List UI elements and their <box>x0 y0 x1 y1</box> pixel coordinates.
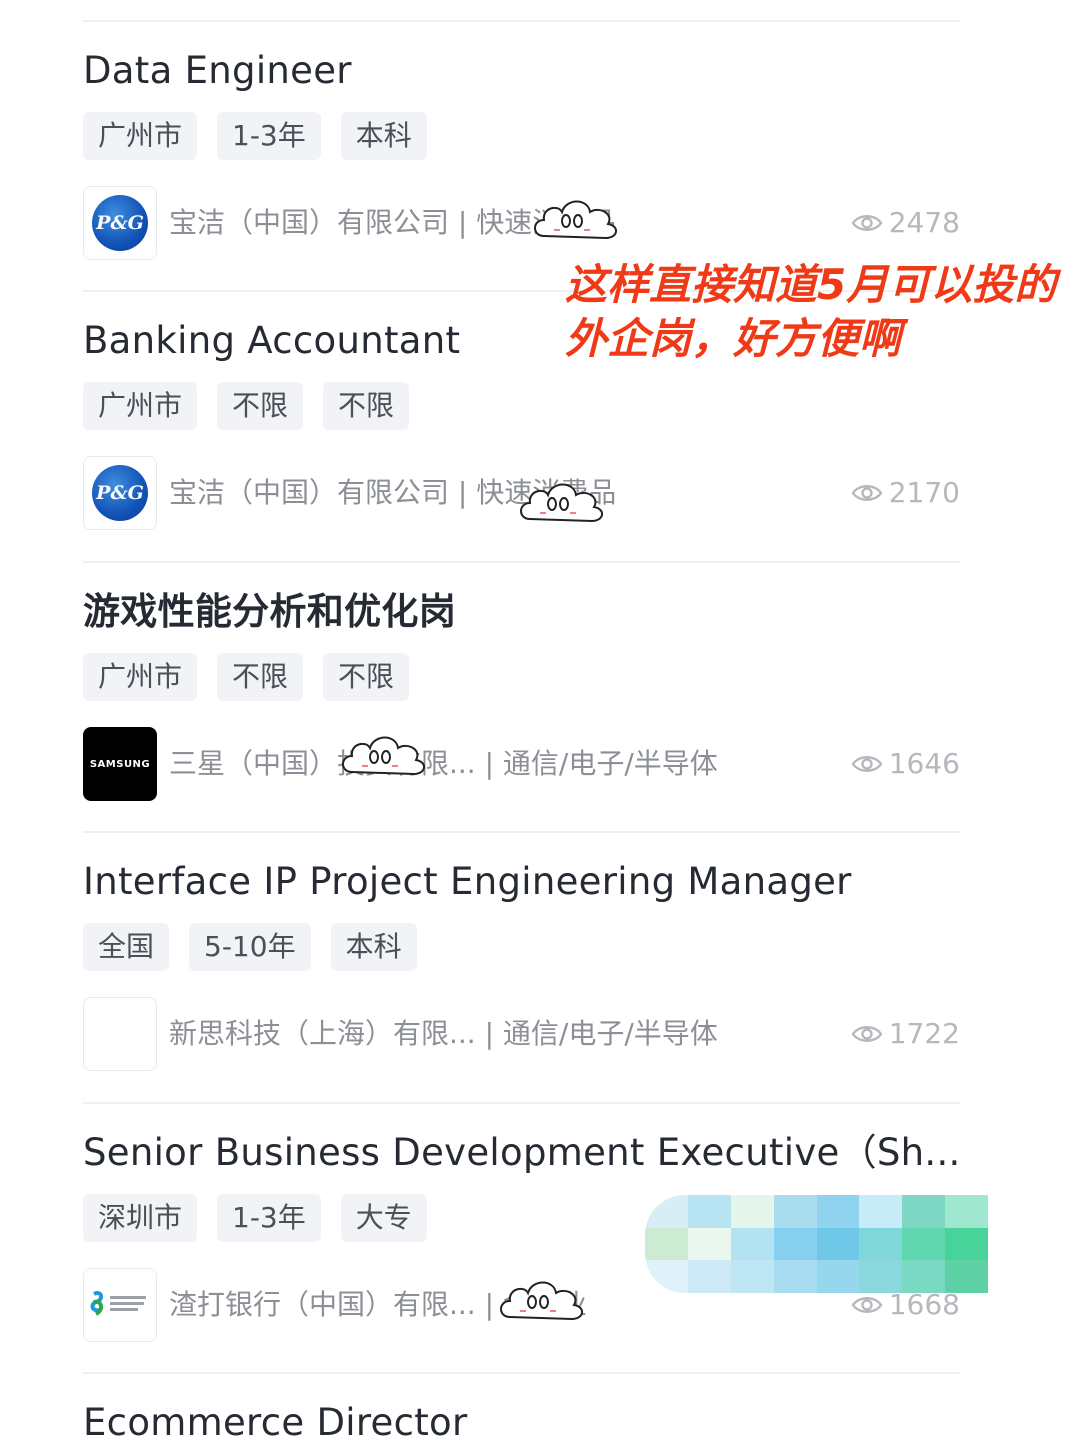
company-logo <box>83 1268 157 1342</box>
standard-chartered-logo <box>90 1291 146 1316</box>
experience-tag: 5-10年 <box>189 923 311 971</box>
experience-tag: 1-3年 <box>217 112 321 160</box>
mosaic-tile <box>773 1195 817 1228</box>
location-tag: 全国 <box>83 923 170 971</box>
company-logo: P&G <box>83 456 157 530</box>
company-row[interactable]: SAMSUNG 三星（中国）投资有限... | 通信/电子/半导体 1646 <box>83 727 983 801</box>
mosaic-tile <box>902 1227 946 1261</box>
job-title[interactable]: Ecommerce Director <box>83 1400 983 1446</box>
mosaic-tile <box>687 1227 731 1261</box>
view-count: 2170 <box>851 473 960 513</box>
cloud-sticker-icon <box>534 200 617 240</box>
experience-tag: 1-3年 <box>217 1194 321 1242</box>
job-tags: 广州市 1-3年 本科 <box>83 112 983 160</box>
mosaic-tile <box>816 1260 860 1293</box>
job-card-game-performance[interactable]: 游戏性能分析和优化岗 广州市 不限 不限 SAMSUNG 三星（中国）投资有限.… <box>83 589 983 801</box>
job-card-ecommerce-director[interactable]: Ecommerce Director <box>83 1400 983 1446</box>
mosaic-tile <box>773 1227 817 1261</box>
mosaic-tile <box>816 1195 860 1228</box>
job-card-interface-ip[interactable]: Interface IP Project Engineering Manager… <box>83 859 983 1071</box>
mosaic-tile <box>945 1227 988 1261</box>
view-count-value: 2478 <box>888 206 960 239</box>
mosaic-tile <box>687 1260 731 1293</box>
education-tag: 本科 <box>340 112 427 160</box>
experience-tag: 不限 <box>217 382 304 430</box>
job-tags: 广州市 不限 不限 <box>83 653 983 701</box>
divider <box>83 831 960 833</box>
company-logo: P&G <box>83 186 157 260</box>
cloud-sticker-icon <box>520 483 603 523</box>
job-title[interactable]: Data Engineer <box>83 48 983 94</box>
job-tags: 全国 5-10年 本科 <box>83 923 983 971</box>
company-logo <box>83 997 157 1071</box>
location-tag: 深圳市 <box>83 1194 198 1242</box>
company-name: 新思科技（上海）有限... | 通信/电子/半导体 <box>169 1017 718 1050</box>
mosaic-tile <box>730 1195 774 1228</box>
location-tag: 广州市 <box>83 112 198 160</box>
annotation-line-2: 外企岗，好方便啊 <box>565 314 902 363</box>
mosaic-tile <box>902 1260 946 1293</box>
mosaic-tile <box>816 1227 860 1261</box>
view-count: 2478 <box>851 203 960 243</box>
mosaic-tile <box>730 1260 774 1293</box>
annotation-text: 这样直接知道5月可以投的 外企岗，好方便啊 <box>565 258 1080 366</box>
pg-logo-mark: P&G <box>92 465 148 521</box>
eye-icon <box>851 215 883 231</box>
job-title[interactable]: 游戏性能分析和优化岗 <box>83 589 983 635</box>
eye-icon <box>851 1026 883 1042</box>
eye-icon <box>851 485 883 501</box>
view-count: 1646 <box>851 744 960 784</box>
divider <box>83 561 960 563</box>
mosaic-tile <box>687 1195 731 1228</box>
company-logo: SAMSUNG <box>83 727 157 801</box>
mosaic-tile <box>645 1227 688 1261</box>
annotation-line-1: 这样直接知道5月可以投的 <box>565 260 1057 309</box>
view-count-value: 2170 <box>888 476 960 509</box>
company-row[interactable]: 新思科技（上海）有限... | 通信/电子/半导体 1722 <box>83 997 983 1071</box>
education-tag: 不限 <box>323 382 410 430</box>
job-title[interactable]: Senior Business Development Executive（Sh… <box>83 1130 983 1176</box>
experience-tag: 不限 <box>217 653 304 701</box>
view-count-value: 1646 <box>888 747 960 780</box>
mosaic-tile <box>945 1195 988 1228</box>
company-name: 三星（中国）投资有限... | 通信/电子/半导体 <box>169 747 718 780</box>
mosaic-tile <box>859 1227 903 1261</box>
education-tag: 本科 <box>330 923 417 971</box>
job-title[interactable]: Interface IP Project Engineering Manager <box>83 859 983 905</box>
samsung-logo-text: SAMSUNG <box>89 758 151 770</box>
education-tag: 大专 <box>340 1194 427 1242</box>
view-count: 1722 <box>851 1014 960 1054</box>
view-count-value: 1722 <box>888 1017 960 1050</box>
location-tag: 广州市 <box>83 382 198 430</box>
mosaic-tile <box>730 1227 774 1261</box>
mosaic-tile <box>902 1195 946 1228</box>
education-tag: 不限 <box>323 653 410 701</box>
divider <box>83 1372 960 1374</box>
mosaic-tile <box>859 1195 903 1228</box>
mosaic-tile <box>945 1260 988 1293</box>
divider <box>83 20 960 22</box>
eye-icon <box>851 756 883 772</box>
cloud-sticker-icon <box>342 736 425 776</box>
pg-logo-mark: P&G <box>92 195 148 251</box>
location-tag: 广州市 <box>83 653 198 701</box>
job-tags: 广州市 不限 不限 <box>83 382 983 430</box>
mosaic-tile <box>773 1260 817 1293</box>
divider <box>83 1102 960 1104</box>
pixelated-mosaic-overlay <box>645 1195 988 1293</box>
cloud-sticker-icon <box>500 1281 583 1321</box>
eye-icon <box>851 1297 883 1313</box>
mosaic-tile <box>859 1260 903 1293</box>
